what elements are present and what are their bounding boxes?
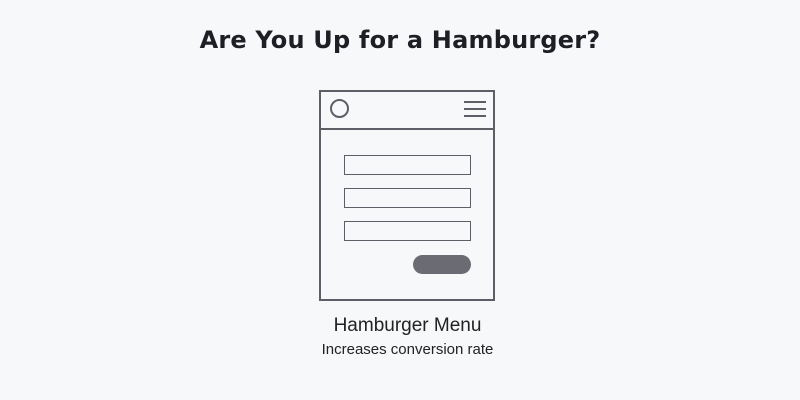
hamburger-bar xyxy=(464,101,486,103)
page-title: Are You Up for a Hamburger? xyxy=(199,26,601,54)
caption-title: Hamburger Menu xyxy=(333,315,482,336)
circle-icon xyxy=(330,99,349,118)
phone-header xyxy=(321,92,493,130)
submit-button xyxy=(413,255,471,274)
hamburger-bar xyxy=(464,108,486,110)
input-field-1 xyxy=(344,155,471,175)
phone-mockup xyxy=(319,90,495,301)
caption-subtitle: Increases conversion rate xyxy=(321,341,494,358)
input-field-2 xyxy=(344,188,471,208)
hamburger-menu-icon xyxy=(464,101,486,119)
hamburger-bar xyxy=(464,115,486,117)
input-field-3 xyxy=(344,221,471,241)
